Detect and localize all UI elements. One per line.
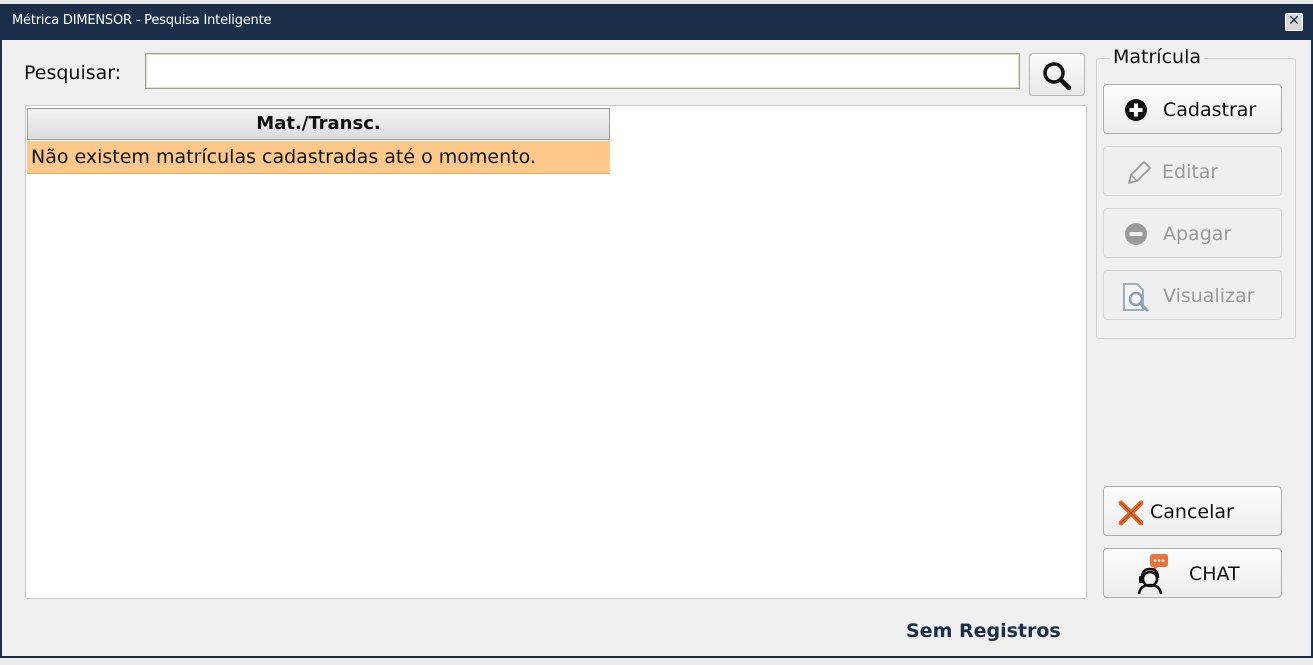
minus-circle-icon [1125, 223, 1147, 245]
search-label: Pesquisar: [24, 62, 122, 84]
pencil-icon [1128, 161, 1151, 184]
close-icon: ✕ [1288, 13, 1300, 29]
apagar-button[interactable]: Apagar [1103, 208, 1282, 258]
background-strip-bottom [0, 658, 1313, 665]
plus-circle-icon [1125, 99, 1147, 121]
table-row[interactable]: Não existem matrículas cadastradas até o… [27, 141, 610, 174]
chat-button[interactable]: CHAT [1103, 548, 1282, 598]
search-button[interactable] [1029, 53, 1085, 96]
window-title: Métrica DIMENSOR - Pesquisa Inteligente [12, 13, 272, 28]
document-search-icon [1123, 283, 1149, 312]
editar-label: Editar [1162, 161, 1219, 183]
close-button[interactable]: ✕ [1285, 13, 1303, 31]
visualizar-button[interactable]: Visualizar [1103, 270, 1282, 320]
status-text: Sem Registros [906, 620, 1061, 642]
cancelar-label: Cancelar [1150, 501, 1234, 523]
title-bar: Métrica DIMENSOR - Pesquisa Inteligente … [2, 4, 1311, 40]
chat-label: CHAT [1189, 563, 1240, 585]
chat-support-icon [1137, 554, 1168, 595]
search-input[interactable] [145, 53, 1020, 89]
registrations-grid[interactable]: Mat./Transc. Não existem matrículas cada… [25, 105, 1087, 599]
cadastrar-label: Cadastrar [1163, 99, 1257, 121]
magnifier-icon [1043, 62, 1072, 91]
column-header-mat-transc[interactable]: Mat./Transc. [27, 108, 610, 140]
matricula-group-title: Matrícula [1110, 46, 1204, 68]
cadastrar-button[interactable]: Cadastrar [1103, 84, 1282, 134]
editar-button[interactable]: Editar [1103, 146, 1282, 196]
x-icon [1118, 500, 1144, 526]
apagar-label: Apagar [1163, 223, 1232, 245]
cancelar-button[interactable]: Cancelar [1103, 486, 1282, 536]
visualizar-label: Visualizar [1163, 285, 1255, 307]
